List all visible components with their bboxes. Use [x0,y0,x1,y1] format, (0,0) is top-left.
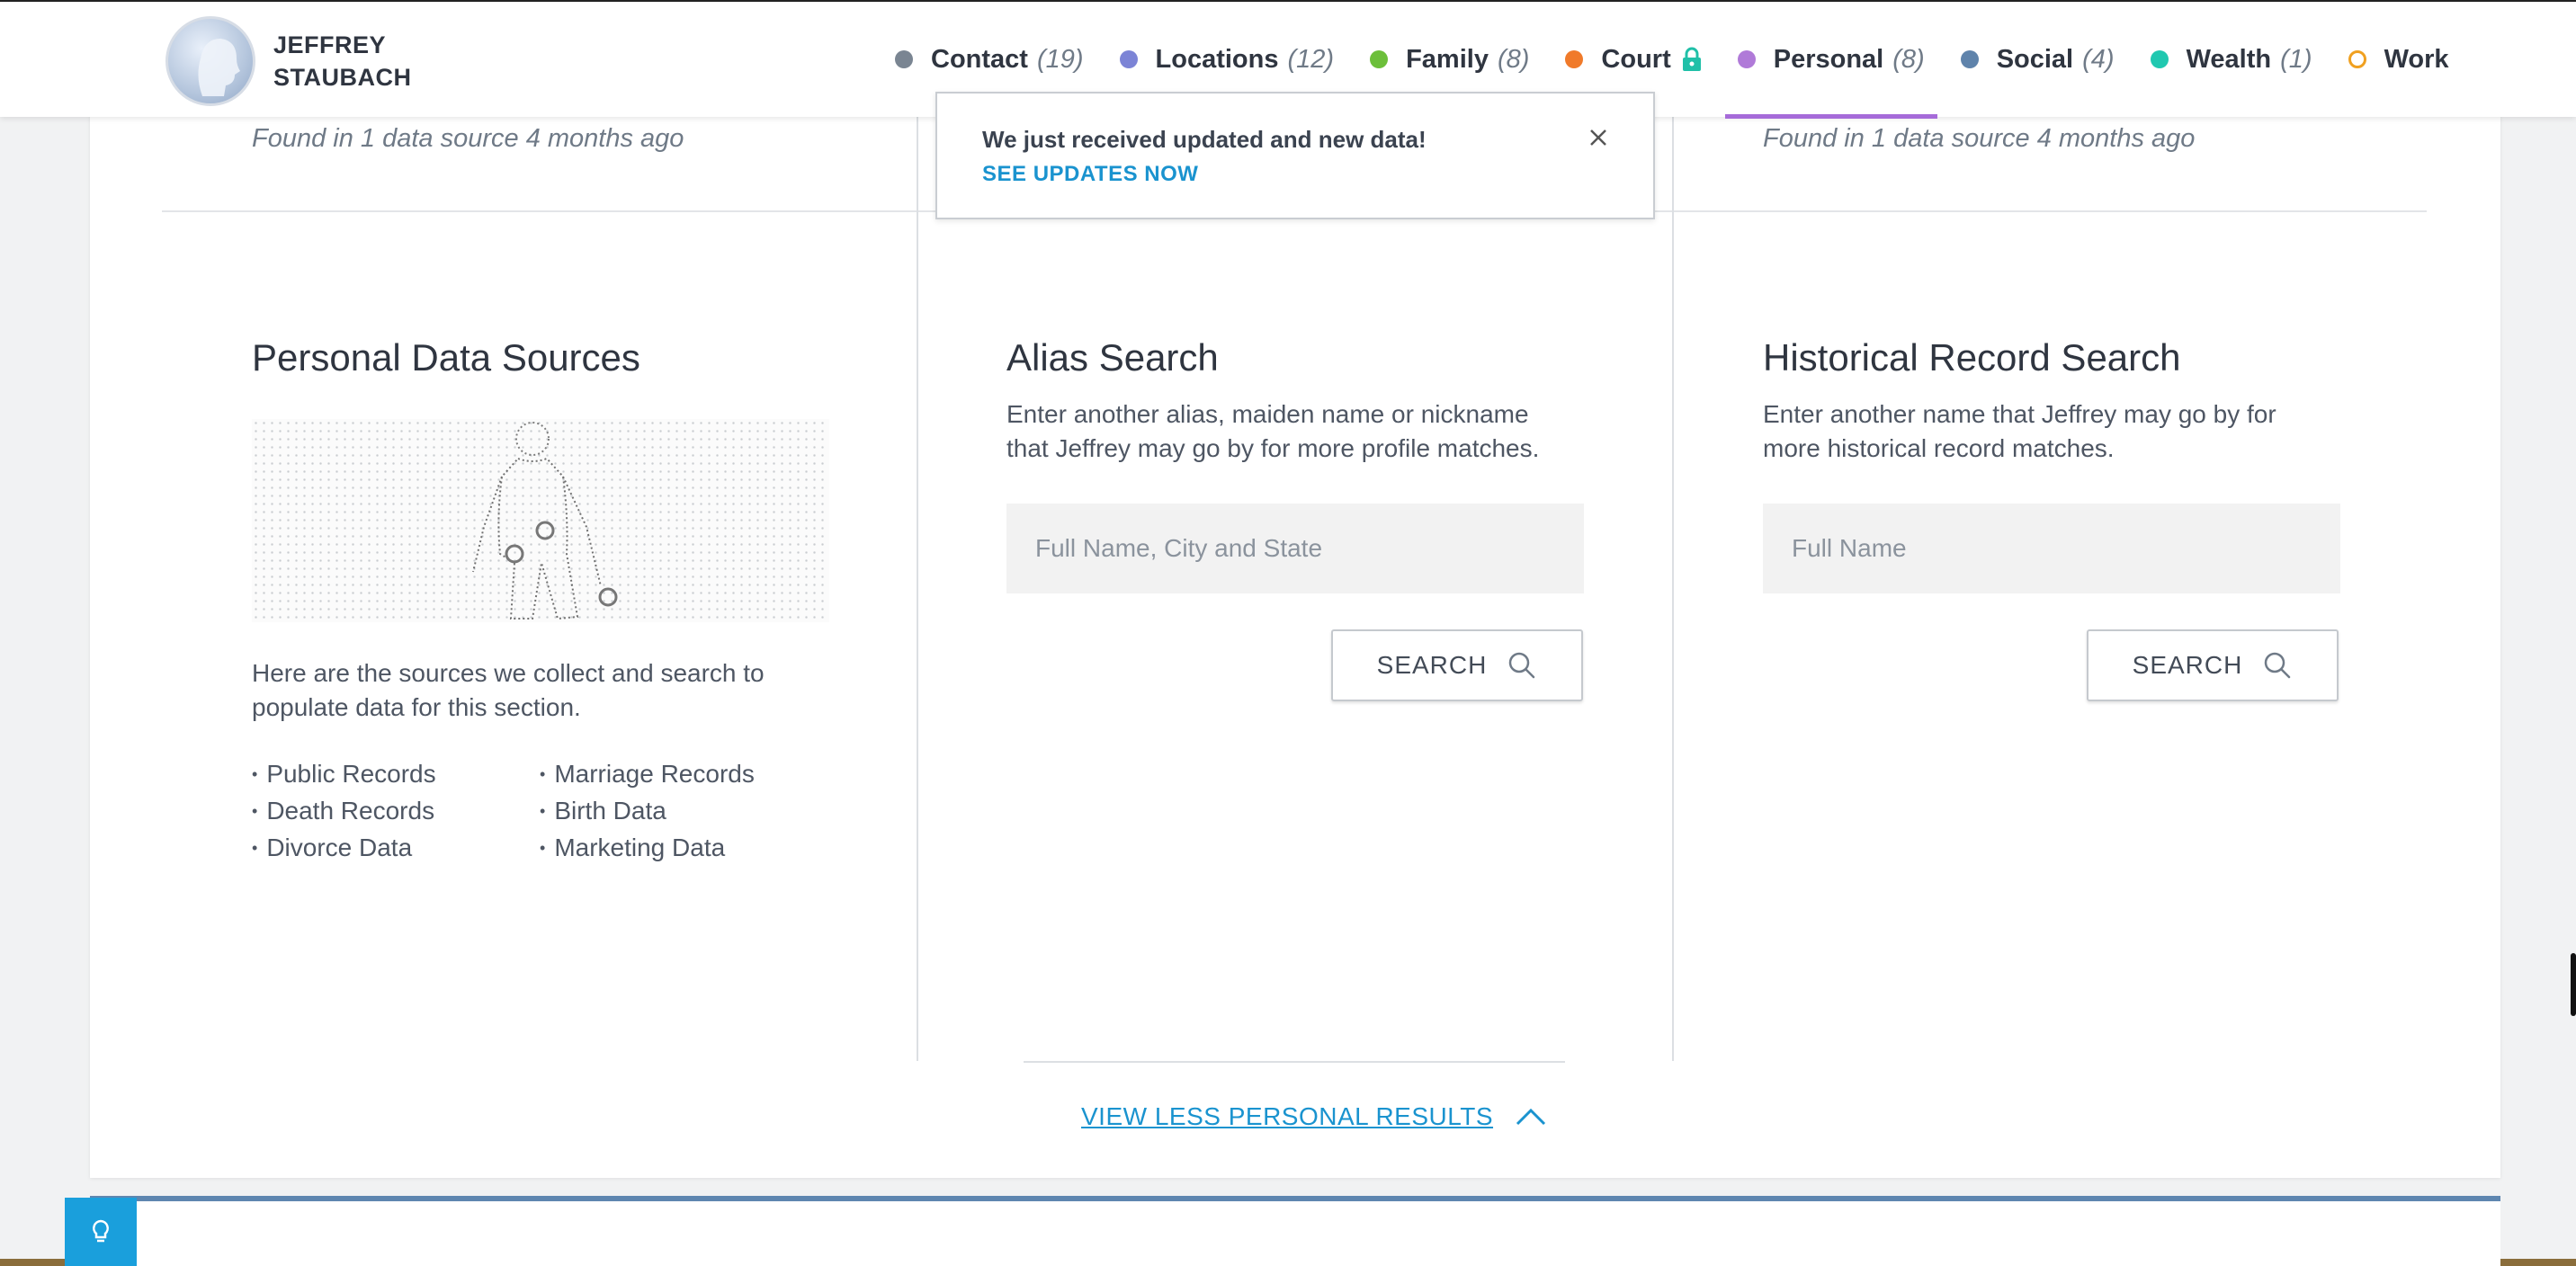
status-dot [2150,50,2169,68]
sources-description: Here are the sources we collect and sear… [252,656,765,725]
sources-list-right: Marriage Records Birth Data Marketing Da… [540,757,755,868]
tab-count: (1) [2280,44,2312,74]
tab-count: (8) [1497,44,1530,74]
lightbulb-icon [93,1219,109,1243]
list-item: Marriage Records [540,757,755,794]
lock-icon [1682,47,1701,71]
historical-description-line2: more historical record matches. [1763,434,2115,462]
alias-search-button[interactable]: SEARCH [1331,629,1583,701]
historical-record-search-title: Historical Record Search [1763,336,2181,379]
alias-search-description: Enter another alias, maiden name or nick… [1006,397,1539,466]
column-divider-right [1672,108,1674,1061]
avatar [165,16,255,106]
profile-name: JEFFREY STAUBACH [273,29,412,94]
tab-social[interactable]: Social (4) [1943,2,2133,117]
profile-last-name: STAUBACH [273,64,412,91]
tab-label: Personal [1773,44,1884,74]
historical-search-button[interactable]: SEARCH [2087,629,2339,701]
tab-label: Work [2384,44,2449,74]
tab-wealth[interactable]: Wealth (1) [2133,2,2330,117]
alias-search-input[interactable] [1006,504,1584,593]
alias-description-line2: that Jeffrey may go by for more profile … [1006,434,1540,462]
search-icon [2265,652,2291,679]
tab-count: (8) [1892,44,1925,74]
tab-label: Wealth [2186,44,2272,74]
found-source-note-right: Found in 1 data source 4 months ago [1763,124,2196,153]
historical-description-line1: Enter another name that Jeffrey may go b… [1763,400,2276,428]
view-less-results-link[interactable]: VIEW LESS PERSONAL RESULTS [1081,1102,1547,1131]
tab-label: Locations [1155,44,1279,74]
scrollbar-thumb[interactable] [2571,953,2576,1016]
status-dot [1565,50,1584,68]
sources-description-line1: Here are the sources we collect and sear… [252,659,765,687]
tab-count: (12) [1287,44,1335,74]
sources-list-left: Public Records Death Records Divorce Dat… [252,757,436,868]
list-item: Public Records [252,757,435,794]
alias-search-button-label: SEARCH [1376,651,1488,679]
list-item: Marketing Data [540,831,755,868]
tab-personal[interactable]: Personal (8) [1720,2,1943,119]
status-dot [1370,50,1389,68]
sources-description-line2: populate data for this section. [252,693,581,721]
column-divider-left [917,108,918,1061]
status-dot [1119,50,1138,68]
alias-search-title: Alias Search [1006,336,1219,379]
list-item: Divorce Data [252,831,436,868]
status-dot [895,50,913,68]
profile-first-name: JEFFREY [273,31,387,58]
tab-count: (4) [2082,44,2115,74]
chevron-up-icon [1516,1108,1546,1126]
status-dot [2348,50,2366,68]
status-dot [1737,50,1756,68]
list-item: Birth Data [540,794,755,831]
results-divider [1024,1061,1565,1063]
close-icon[interactable] [1587,126,1610,149]
tips-button[interactable] [65,1198,137,1266]
notification-message: We just received updated and new data! [982,126,1427,153]
update-notification: We just received updated and new data! S… [935,92,1655,219]
alias-description-line1: Enter another alias, maiden name or nick… [1006,400,1529,428]
search-icon [1509,652,1535,679]
next-section-card [90,1196,2500,1266]
list-item: Death Records [252,794,436,831]
tab-label: Contact [931,44,1028,74]
tab-count: (19) [1036,44,1084,74]
tab-label: Social [1996,44,2074,74]
found-source-note-left: Found in 1 data source 4 months ago [252,124,684,153]
human-figure-illustration [252,419,829,622]
tab-label: Court [1601,44,1671,74]
status-dot [1960,50,1979,68]
personal-data-sources-title: Personal Data Sources [252,336,640,379]
historical-search-description: Enter another name that Jeffrey may go b… [1763,397,2276,466]
see-updates-link[interactable]: SEE UPDATES NOW [982,162,1198,187]
historical-search-input[interactable] [1763,504,2340,593]
historical-search-button-label: SEARCH [2132,651,2243,679]
tab-label: Family [1406,44,1489,74]
tab-work[interactable]: Work [2330,2,2467,117]
view-less-label: VIEW LESS PERSONAL RESULTS [1081,1102,1494,1130]
